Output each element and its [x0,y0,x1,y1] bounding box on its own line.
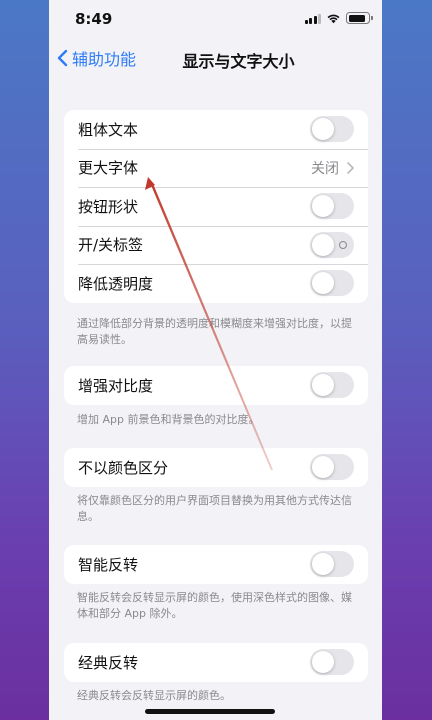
row-label: 增强对比度 [78,376,154,395]
row-reduce-transparency[interactable]: 降低透明度 [64,264,368,303]
page-title: 显示与文字大小 [182,52,295,71]
cellular-signal-icon [304,13,321,24]
toggle-knob [312,553,334,576]
bold-text-toggle[interactable] [310,116,354,143]
row-label: 智能反转 [78,555,139,574]
off-indicator-icon [339,240,347,249]
home-indicator [145,709,275,714]
navigation-bar: 辅助功能 显示与文字大小 [49,44,382,74]
toggle-knob [312,195,334,218]
row-increase-contrast[interactable]: 增强对比度 [64,366,368,405]
smart-invert-toggle[interactable] [310,551,354,578]
row-classic-invert[interactable]: 经典反转 [64,643,368,682]
settings-group-text: 粗体文本 更大字体 关闭 按钮形状 开/关标签 降低透明度 [64,110,368,303]
row-bold-text[interactable]: 粗体文本 [64,110,368,149]
row-label: 经典反转 [78,653,139,672]
toggle-knob [312,651,334,674]
toggle-knob [312,233,334,256]
footnote-differentiate-without-color: 将仅靠颜色区分的用户界面项目替换为用其他方式传达信息。 [77,494,352,523]
status-time: 8:49 [75,10,113,28]
row-label: 按钮形状 [78,197,139,216]
settings-group-contrast: 增强对比度 [64,366,368,405]
row-label: 降低透明度 [78,274,154,293]
row-differentiate-without-color[interactable]: 不以颜色区分 [64,448,368,487]
settings-group-classic-invert: 经典反转 [64,643,368,682]
footnote-reduce-transparency: 通过降低部分背景的透明度和模糊度来增强对比度，以提高易读性。 [77,317,352,346]
settings-group-color: 不以颜色区分 [64,448,368,487]
row-button-shapes[interactable]: 按钮形状 [64,187,368,226]
row-label: 粗体文本 [78,120,139,139]
toggle-knob [312,374,334,397]
status-bar: 8:49 [49,0,382,40]
row-on-off-labels[interactable]: 开/关标签 [64,225,368,265]
chevron-right-icon [347,161,354,174]
row-label: 开/关标签 [78,236,144,255]
battery-icon [346,12,373,24]
footnote-increase-contrast: 增加 App 前景色和背景色的对比度。 [77,413,260,426]
footnote-classic-invert: 经典反转会反转显示屏的颜色。 [77,689,231,702]
status-icons [304,12,373,24]
footnote-smart-invert: 智能反转会反转显示屏的颜色，使用深色样式的图像、媒体和部分 App 除外。 [77,591,352,620]
toggle-knob [312,456,334,479]
settings-group-smart-invert: 智能反转 [64,545,368,584]
on-off-labels-toggle[interactable] [310,231,354,258]
row-larger-text[interactable]: 更大字体 关闭 [64,148,368,188]
differentiate-without-color-toggle[interactable] [310,454,354,481]
increase-contrast-toggle[interactable] [310,372,354,399]
classic-invert-toggle[interactable] [310,649,354,676]
phone-screen: 8:49 辅助功能 显示与文字大小 粗体文本 更大字体 关闭 按钮形状 开/关标… [49,0,382,720]
larger-text-value: 关闭 [311,160,339,177]
row-label: 更大字体 [78,159,139,178]
button-shapes-toggle[interactable] [310,193,354,220]
toggle-knob [312,272,334,295]
row-smart-invert[interactable]: 智能反转 [64,545,368,584]
toggle-knob [312,118,334,141]
wifi-icon [327,14,340,23]
reduce-transparency-toggle[interactable] [310,270,354,297]
battery-fill [348,14,365,22]
row-label: 不以颜色区分 [78,458,169,477]
